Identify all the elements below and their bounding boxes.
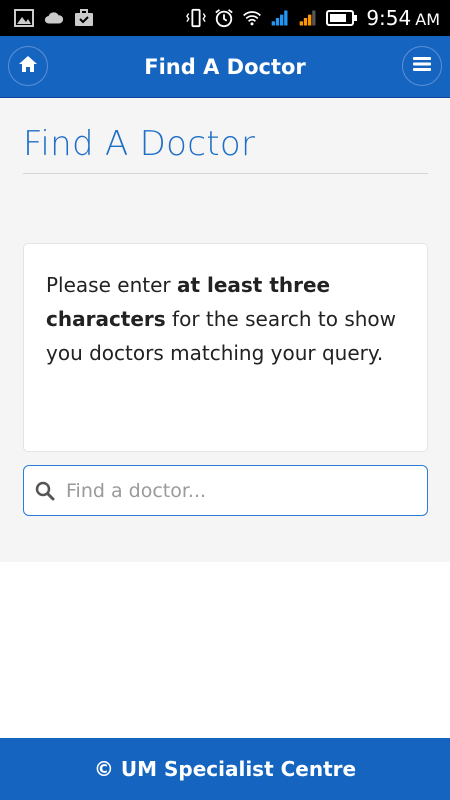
status-bar-notifications	[0, 8, 94, 28]
vibrate-icon	[186, 8, 207, 28]
alarm-icon	[214, 8, 234, 28]
home-button[interactable]	[8, 46, 48, 86]
search-icon	[34, 480, 56, 502]
image-icon	[14, 8, 34, 28]
doctor-search-input[interactable]	[66, 479, 406, 502]
search-instructions-card: Please enter at least three characters f…	[23, 243, 428, 452]
header-title: Find A Doctor	[144, 54, 306, 79]
battery-icon	[326, 8, 358, 28]
signal-icon	[270, 8, 290, 28]
status-bar: 9:54 AM	[0, 0, 450, 36]
app-header: Find A Doctor	[0, 36, 450, 98]
hamburger-menu-icon	[412, 56, 432, 76]
app-footer: © UM Specialist Centre	[0, 738, 450, 800]
search-instructions-text: Please enter at least three characters f…	[46, 273, 397, 365]
signal-icon	[298, 8, 318, 28]
main-content: Find A Doctor Please enter at least thre…	[0, 98, 450, 562]
briefcase-icon	[74, 8, 94, 28]
title-divider	[23, 173, 428, 174]
doctor-search-box[interactable]	[23, 465, 428, 516]
menu-button[interactable]	[402, 46, 442, 86]
cloud-icon	[44, 8, 64, 28]
page-title: Find A Doctor	[23, 124, 256, 164]
home-icon	[18, 55, 38, 77]
footer-copyright: © UM Specialist Centre	[93, 757, 357, 781]
wifi-icon	[242, 8, 262, 28]
status-bar-clock: 9:54 AM	[366, 6, 440, 30]
status-bar-system: 9:54 AM	[186, 6, 450, 30]
